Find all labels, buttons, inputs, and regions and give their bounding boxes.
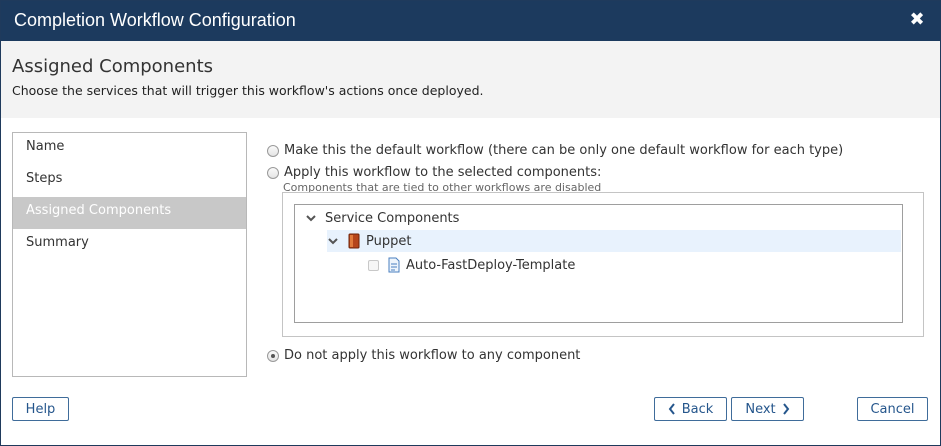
tree-group-row[interactable]: Puppet — [327, 230, 901, 252]
tree-root-row[interactable]: Service Components — [305, 207, 459, 229]
apply-selected-label: Apply this workflow to the selected comp… — [284, 165, 602, 180]
tree-item-label: Auto-FastDeploy-Template — [406, 257, 576, 273]
apply-selected-radio[interactable] — [267, 166, 279, 179]
step-header: Assigned Components Choose the services … — [1, 41, 940, 118]
no-component-radio[interactable] — [267, 349, 279, 362]
help-button-label: Help — [25, 401, 56, 417]
no-component-option[interactable]: Do not apply this workflow to any compon… — [267, 348, 580, 363]
tree-group-label: Puppet — [366, 233, 412, 249]
default-workflow-label: Make this the default workflow (there ca… — [284, 143, 844, 158]
apply-selected-option[interactable]: Apply this workflow to the selected comp… — [267, 165, 601, 180]
nav-item-name[interactable]: Name — [13, 133, 246, 165]
help-button[interactable]: Help — [12, 397, 69, 421]
dialog-titlebar: Completion Workflow Configuration ✖ — [1, 1, 940, 41]
no-component-label: Do not apply this workflow to any compon… — [284, 348, 581, 363]
nav-item-summary[interactable]: Summary — [13, 229, 246, 261]
component-tree: Service Components Puppet Auto-FastDeplo… — [294, 204, 903, 323]
cancel-button-label: Cancel — [870, 401, 915, 417]
close-icon[interactable]: ✖ — [907, 10, 927, 30]
chevron-down-icon[interactable] — [305, 212, 317, 224]
dialog-title: Completion Workflow Configuration — [14, 10, 296, 30]
chevron-down-icon[interactable] — [327, 235, 339, 247]
wizard-nav: Name Steps Assigned Components Summary — [12, 132, 247, 377]
default-workflow-option[interactable]: Make this the default workflow (there ca… — [267, 143, 843, 158]
cancel-button[interactable]: Cancel — [857, 397, 928, 421]
chevron-left-icon — [668, 403, 675, 415]
next-button-label: Next — [745, 401, 776, 417]
tree-root-label: Service Components — [325, 210, 460, 226]
back-button-label: Back — [681, 401, 714, 417]
template-document-icon — [388, 257, 400, 273]
nav-item-steps[interactable]: Steps — [13, 165, 246, 197]
nav-item-assigned-components[interactable]: Assigned Components — [13, 197, 246, 229]
chevron-right-icon — [782, 403, 789, 415]
step-description: Choose the services that will trigger th… — [12, 83, 484, 98]
completion-workflow-dialog: Completion Workflow Configuration ✖ Assi… — [0, 0, 941, 446]
tree-item-row[interactable]: Auto-FastDeploy-Template — [368, 254, 575, 276]
back-button[interactable]: Back — [654, 397, 727, 421]
component-checkbox[interactable] — [368, 259, 379, 271]
next-button[interactable]: Next — [731, 397, 804, 421]
step-title: Assigned Components — [12, 56, 214, 77]
puppet-icon — [348, 233, 360, 249]
components-panel: Service Components Puppet Auto-FastDeplo… — [282, 192, 924, 337]
default-workflow-radio[interactable] — [267, 144, 279, 157]
